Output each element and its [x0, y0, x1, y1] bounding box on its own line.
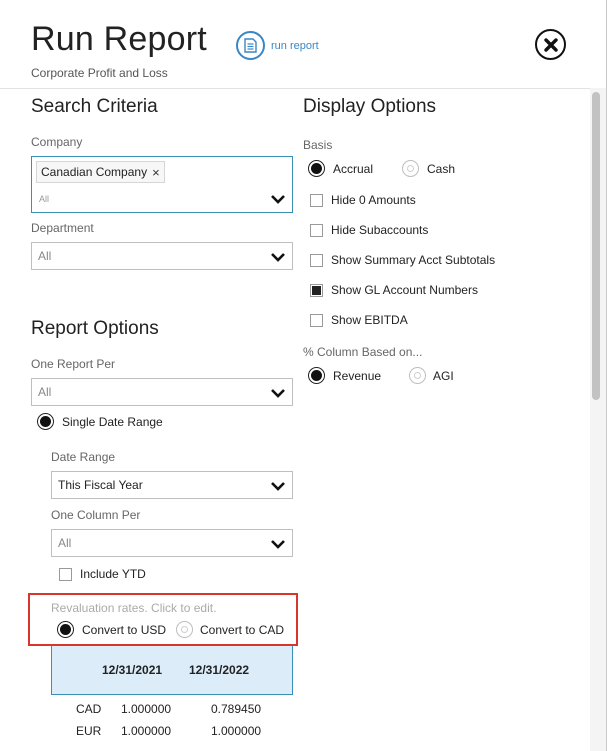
rate-currency: EUR — [76, 724, 102, 738]
agi-radio[interactable]: AGI — [409, 367, 454, 384]
department-value: All — [38, 249, 52, 263]
revenue-label: Revenue — [333, 368, 382, 383]
checkbox-icon — [310, 253, 323, 267]
rate-value[interactable]: 1.000000 — [211, 724, 261, 738]
date-range-value: This Fiscal Year — [58, 478, 143, 492]
company-tag-label: Canadian Company — [41, 165, 148, 179]
department-select[interactable]: All — [31, 242, 293, 270]
company-placeholder: All — [39, 194, 50, 204]
radio-unselected-icon — [409, 367, 426, 384]
one-report-per-select[interactable]: All — [31, 378, 293, 406]
rate-value[interactable]: 1.000000 — [121, 702, 171, 716]
chevron-down-icon — [271, 482, 285, 491]
remove-tag-icon[interactable]: × — [152, 165, 160, 180]
report-subtitle: Corporate Profit and Loss — [31, 66, 168, 80]
convert-cad-label: Convert to CAD — [200, 622, 285, 637]
checkbox-icon — [310, 223, 323, 237]
convert-usd-radio[interactable]: Convert to USD — [57, 621, 166, 638]
rates-column-header: 12/31/2022 — [189, 663, 250, 677]
show-gl-account-numbers-checkbox[interactable]: Show GL Account Numbers — [310, 283, 478, 297]
revenue-radio[interactable]: Revenue — [308, 367, 381, 384]
radio-unselected-icon — [402, 160, 419, 177]
basis-label: Basis — [303, 138, 333, 152]
run-report-dialog: Run Report Corporate Profit and Loss run… — [0, 0, 607, 751]
convert-usd-label: Convert to USD — [82, 622, 167, 637]
chevron-down-icon — [271, 195, 285, 204]
one-report-per-label: One Report Per — [31, 357, 116, 371]
one-column-per-value: All — [58, 536, 72, 550]
rate-value[interactable]: 1.000000 — [121, 724, 171, 738]
close-icon — [543, 37, 558, 52]
checkbox-label: Show Summary Acct Subtotals — [331, 253, 496, 267]
page-title: Run Report — [31, 20, 207, 58]
run-report-label: run report — [271, 39, 319, 52]
one-column-per-label: One Column Per — [51, 508, 141, 522]
checkbox-icon — [310, 193, 323, 207]
checkbox-icon — [310, 313, 323, 327]
cash-label: Cash — [427, 161, 456, 176]
show-ebitda-checkbox[interactable]: Show EBITDA — [310, 313, 408, 327]
company-tag: Canadian Company × — [36, 161, 165, 183]
document-icon — [236, 31, 265, 60]
header-divider — [0, 88, 590, 89]
checkbox-checked-icon — [310, 283, 323, 297]
checkbox-label: Hide 0 Amounts — [331, 193, 416, 207]
rate-value[interactable]: 0.789450 — [211, 702, 261, 716]
include-ytd-checkbox[interactable]: Include YTD — [59, 567, 146, 581]
accrual-label: Accrual — [333, 161, 374, 176]
scrollbar-thumb[interactable] — [592, 92, 600, 400]
chevron-down-icon — [271, 540, 285, 549]
checkbox-label: Show GL Account Numbers — [331, 283, 478, 297]
hide-zero-amounts-checkbox[interactable]: Hide 0 Amounts — [310, 193, 416, 207]
search-criteria-heading: Search Criteria — [31, 96, 158, 117]
single-date-range-label: Single Date Range — [62, 414, 163, 429]
radio-selected-icon — [57, 621, 74, 638]
one-column-per-select[interactable]: All — [51, 529, 293, 557]
department-label: Department — [31, 221, 94, 235]
chevron-down-icon — [271, 253, 285, 262]
cash-radio[interactable]: Cash — [402, 160, 455, 177]
revaluation-rates-link[interactable]: Revaluation rates. Click to edit. — [51, 601, 216, 615]
agi-label: AGI — [433, 368, 454, 383]
radio-selected-icon — [37, 413, 54, 430]
convert-cad-radio[interactable]: Convert to CAD — [176, 621, 284, 638]
hide-subaccounts-checkbox[interactable]: Hide Subaccounts — [310, 223, 428, 237]
one-report-per-value: All — [38, 385, 52, 399]
rate-currency: CAD — [76, 702, 102, 716]
radio-selected-icon — [308, 367, 325, 384]
company-multiselect[interactable]: Canadian Company × All — [31, 156, 293, 213]
report-options-heading: Report Options — [31, 318, 159, 339]
run-report-link[interactable]: run report — [236, 31, 319, 60]
company-label: Company — [31, 135, 83, 149]
chevron-down-icon — [271, 389, 285, 398]
single-date-range-radio[interactable]: Single Date Range — [37, 413, 163, 430]
rates-column-header: 12/31/2021 — [102, 663, 163, 677]
pct-column-label: % Column Based on... — [303, 345, 423, 359]
checkbox-label: Hide Subaccounts — [331, 223, 429, 237]
include-ytd-label: Include YTD — [80, 567, 146, 581]
close-button[interactable] — [535, 29, 566, 60]
show-summary-subtotals-checkbox[interactable]: Show Summary Acct Subtotals — [310, 253, 495, 267]
checkbox-label: Show EBITDA — [331, 313, 408, 327]
checkbox-icon — [59, 567, 72, 581]
accrual-radio[interactable]: Accrual — [308, 160, 373, 177]
display-options-heading: Display Options — [303, 96, 437, 117]
radio-unselected-icon — [176, 621, 193, 638]
radio-selected-icon — [308, 160, 325, 177]
date-range-label: Date Range — [51, 450, 116, 464]
rates-table-header: 12/31/2021 12/31/2022 — [51, 646, 293, 695]
date-range-select[interactable]: This Fiscal Year — [51, 471, 293, 499]
